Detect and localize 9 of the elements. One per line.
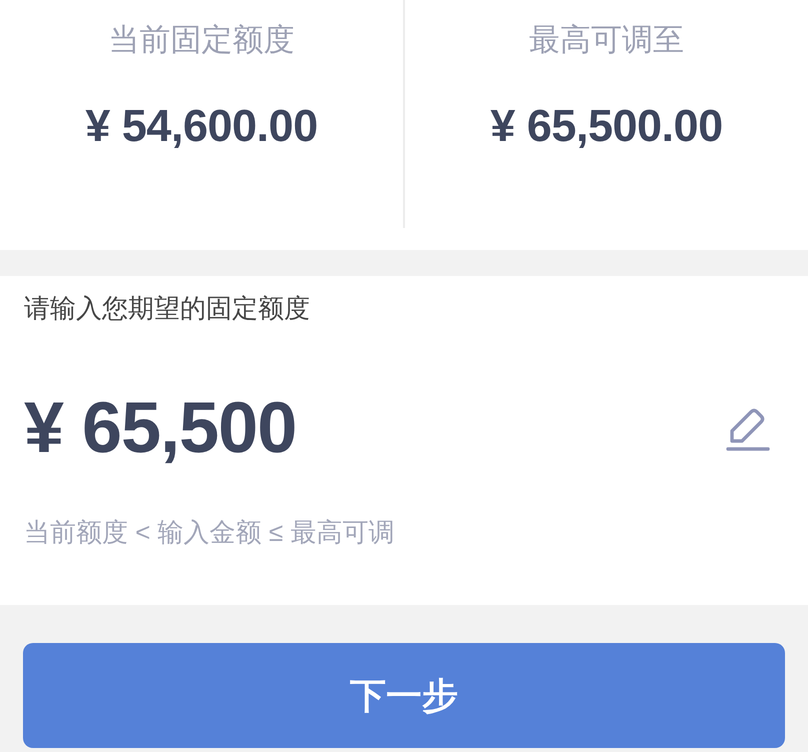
limit-amount: ¥ 65,500.00: [490, 100, 723, 152]
next-button[interactable]: 下一步: [23, 643, 785, 748]
amount-hint: 当前额度 < 输入金额 ≤ 最高可调: [24, 516, 396, 549]
amount-prompt: 请输入您期望的固定额度: [24, 292, 311, 325]
limit-label: 最高可调至: [529, 21, 684, 59]
limit-label: 当前固定额度: [108, 21, 294, 59]
edit-pencil-icon[interactable]: [726, 407, 770, 451]
limit-amount: ¥ 54,600.00: [85, 100, 318, 152]
amount-input[interactable]: ¥ 65,500: [24, 386, 296, 470]
